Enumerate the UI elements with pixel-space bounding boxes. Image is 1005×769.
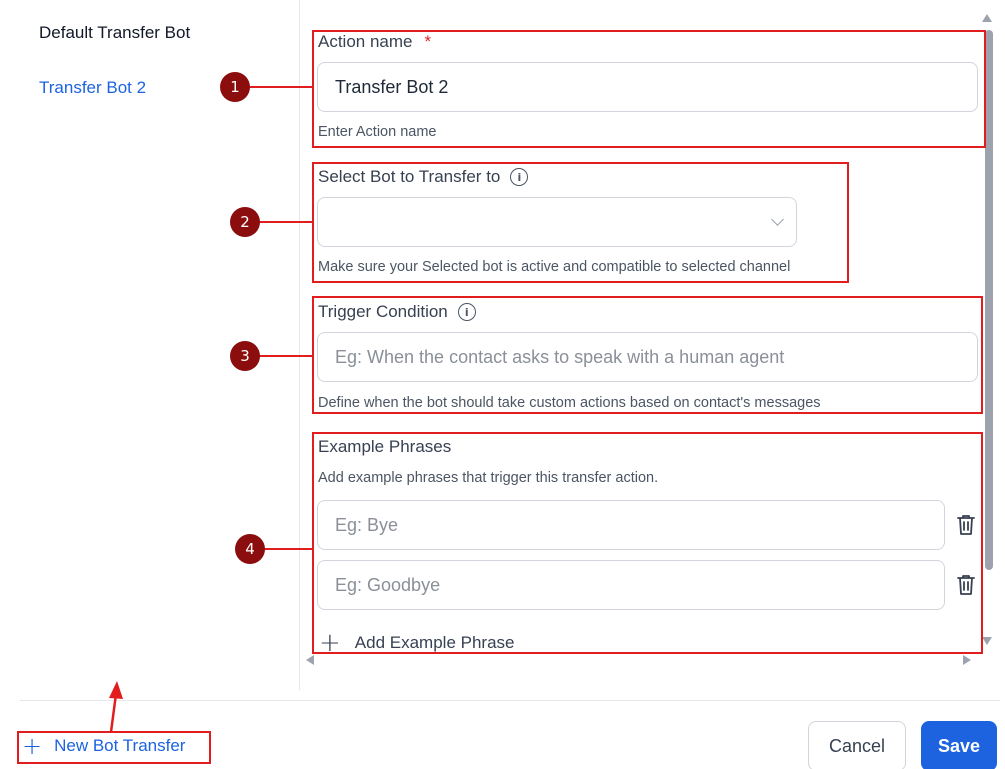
scroll-right-arrow-icon[interactable] xyxy=(963,655,971,665)
annotation-box xyxy=(312,162,849,283)
save-button[interactable]: Save xyxy=(921,721,997,769)
annotation-line xyxy=(264,548,312,550)
transfer-bot-panel: Default Transfer Bot Transfer Bot 2 Acti… xyxy=(0,0,1005,769)
annotation-box xyxy=(312,432,983,654)
scroll-up-arrow-icon[interactable] xyxy=(982,14,992,22)
annotation-marker: 4 xyxy=(235,534,265,564)
sidebar-item-default-transfer-bot[interactable]: Default Transfer Bot xyxy=(39,23,190,43)
annotation-box xyxy=(312,30,986,148)
annotation-arrow-icon xyxy=(109,681,123,733)
scroll-left-arrow-icon[interactable] xyxy=(306,655,314,665)
annotation-box xyxy=(17,731,211,764)
cancel-button[interactable]: Cancel xyxy=(808,721,906,769)
annotation-line xyxy=(258,221,312,223)
scroll-down-arrow-icon[interactable] xyxy=(982,637,992,645)
annotation-line xyxy=(258,355,312,357)
annotation-line xyxy=(248,86,312,88)
annotation-marker: 2 xyxy=(230,207,260,237)
annotation-marker: 1 xyxy=(220,72,250,102)
scrollbar-thumb[interactable] xyxy=(985,30,993,570)
footer-divider xyxy=(20,700,1000,701)
annotation-marker: 3 xyxy=(230,341,260,371)
annotation-box xyxy=(312,296,983,414)
sidebar-item-transfer-bot-2[interactable]: Transfer Bot 2 xyxy=(39,78,146,98)
